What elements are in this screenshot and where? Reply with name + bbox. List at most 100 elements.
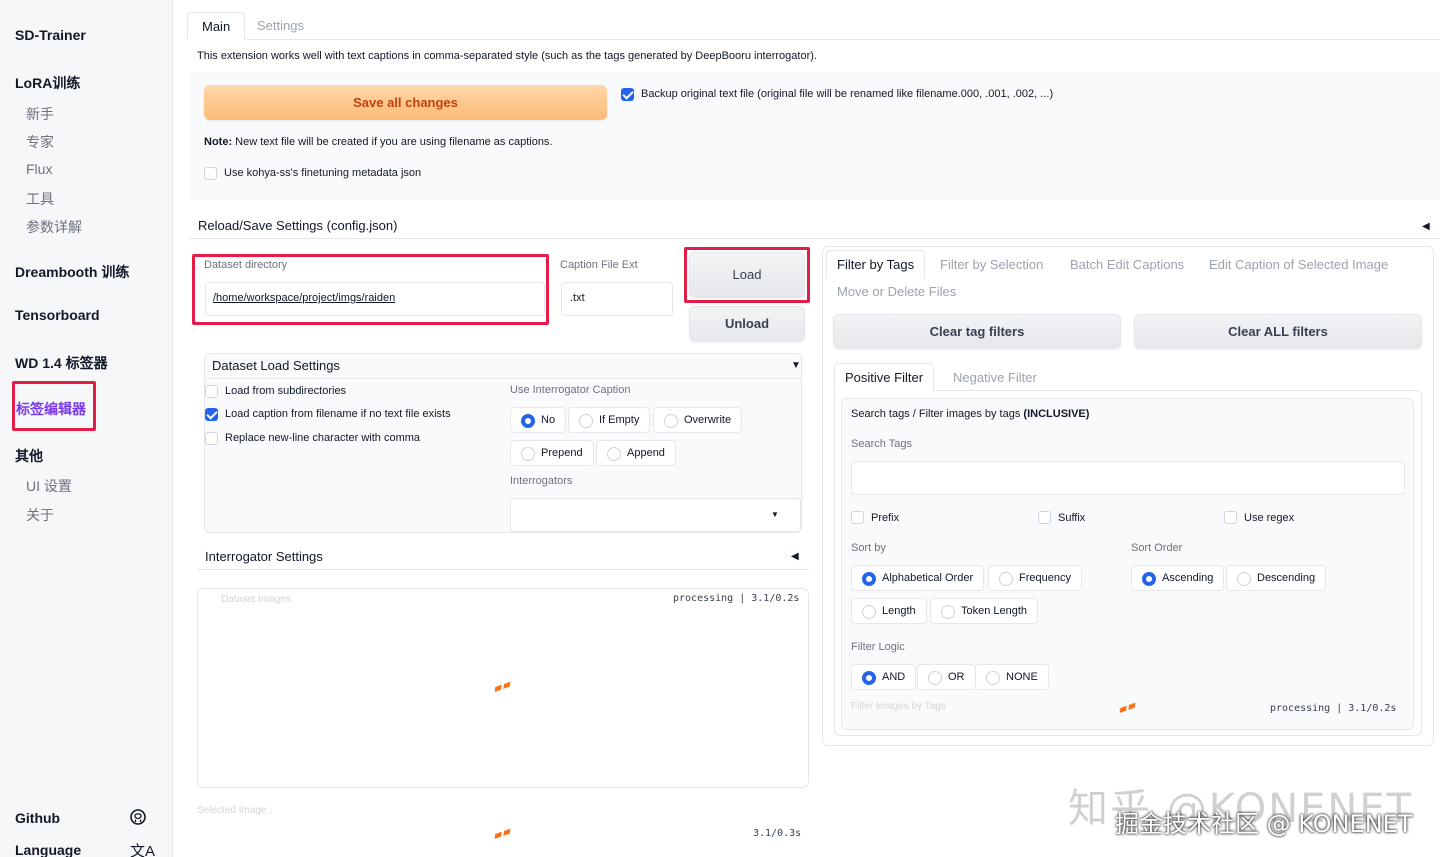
main-tabs: Main Settings bbox=[186, 12, 1440, 40]
tab-main[interactable]: Main bbox=[187, 12, 246, 40]
radio-interrogator-no[interactable]: No bbox=[510, 407, 567, 433]
dataset-load-settings-head[interactable]: Dataset Load Settings bbox=[204, 355, 802, 379]
radio-order-ascending[interactable]: Ascending bbox=[1131, 565, 1225, 591]
caret-down-icon[interactable]: ▼ bbox=[771, 510, 779, 519]
tab-move-delete-files[interactable]: Move or Delete Files bbox=[837, 284, 956, 299]
radio-interrogator-append[interactable]: Append bbox=[596, 440, 676, 466]
filter-images-by-tags-label: Filter Images by Tags bbox=[851, 701, 946, 712]
note-body: New text file will be created if you are… bbox=[232, 136, 553, 148]
radio-sort-frequency[interactable]: Frequency bbox=[988, 565, 1082, 591]
interrogator-settings-title: Interrogator Settings bbox=[205, 549, 323, 564]
radio-logic-none[interactable]: NONE bbox=[975, 664, 1049, 690]
interrogators-label: Interrogators bbox=[510, 475, 573, 487]
suffix-label: Suffix bbox=[1058, 512, 1086, 524]
radio-sort-length[interactable]: Length bbox=[851, 598, 927, 624]
interrogators-select[interactable] bbox=[510, 498, 801, 532]
dataset-directory-value: /home/workspace/project/imgs/raiden bbox=[213, 292, 396, 304]
sidebar-item-tensorboard[interactable]: Tensorboard bbox=[15, 307, 100, 323]
replace-newline-label: Replace new-line character with comma bbox=[225, 432, 421, 444]
prefix-label: Prefix bbox=[871, 512, 900, 524]
radio-interrogator-prepend[interactable]: Prepend bbox=[510, 440, 594, 466]
backup-checkbox[interactable] bbox=[621, 88, 634, 101]
caption-ext-label: Caption File Ext bbox=[560, 259, 638, 271]
use-regex-label: Use regex bbox=[1244, 512, 1295, 524]
sidebar-item-params[interactable]: 参数详解 bbox=[26, 217, 82, 237]
main-content: Main Settings This extension works well … bbox=[186, 0, 1440, 857]
backup-label: Backup original text file (original file… bbox=[641, 88, 1054, 100]
save-all-button[interactable]: Save all changes bbox=[204, 85, 607, 120]
kohya-label: Use kohya-ss's finetuning metadata json bbox=[224, 167, 422, 179]
gallery-processing-status: processing | 3.1/0.2s bbox=[673, 593, 800, 604]
prefix-checkbox[interactable] bbox=[851, 511, 864, 524]
sidebar-section-other: 其他 bbox=[15, 448, 43, 464]
dataset-load-settings-title: Dataset Load Settings bbox=[212, 358, 340, 373]
tab-edit-caption-selected[interactable]: Edit Caption of Selected Image bbox=[1209, 257, 1388, 272]
triangle-left-icon-2[interactable]: ◀ bbox=[791, 551, 799, 562]
sidebar-item-about[interactable]: 关于 bbox=[26, 505, 54, 525]
intro-text: This extension works well with text capt… bbox=[197, 50, 817, 62]
sidebar-item-tools[interactable]: 工具 bbox=[26, 189, 54, 209]
reload-save-title: Reload/Save Settings (config.json) bbox=[198, 218, 398, 233]
use-regex-checkbox[interactable] bbox=[1224, 511, 1237, 524]
sidebar-item-beginner[interactable]: 新手 bbox=[26, 104, 54, 124]
sidebar: SD-Trainer LoRA训练 新手 专家 Flux 工具 参数详解 Dre… bbox=[0, 0, 173, 857]
brand-title: SD-Trainer bbox=[15, 27, 86, 43]
filter-processing-status: processing | 3.1/0.2s bbox=[1270, 703, 1397, 714]
load-caption-filename-checkbox[interactable] bbox=[205, 408, 218, 421]
reload-save-accordion[interactable]: Reload/Save Settings (config.json) bbox=[190, 215, 1440, 239]
load-subdirs-checkbox[interactable] bbox=[205, 385, 218, 398]
radio-interrogator-if-empty[interactable]: If Empty bbox=[568, 407, 651, 433]
radio-logic-and[interactable]: AND bbox=[851, 664, 917, 690]
tab-batch-edit-captions[interactable]: Batch Edit Captions bbox=[1070, 257, 1184, 272]
sidebar-item-tag-editor-label: 标签编辑器 bbox=[16, 401, 86, 417]
github-icon[interactable] bbox=[130, 809, 146, 829]
triangle-down-icon[interactable]: ▼ bbox=[791, 360, 801, 371]
clear-tag-filters-button[interactable]: Clear tag filters bbox=[833, 314, 1121, 349]
tab-settings[interactable]: Settings bbox=[243, 12, 318, 40]
dataset-images-label: Dataset Images bbox=[221, 594, 292, 605]
tab-filter-by-selection[interactable]: Filter by Selection bbox=[940, 257, 1043, 272]
selected-image-label: Selected Image : bbox=[197, 805, 273, 816]
sidebar-item-language[interactable]: Language bbox=[15, 842, 81, 857]
search-desc-bold: (INCLUSIVE) bbox=[1023, 408, 1090, 420]
radio-sort-alphabetical[interactable]: Alphabetical Order bbox=[851, 565, 985, 591]
replace-newline-checkbox[interactable] bbox=[205, 432, 218, 445]
search-tags-label: Search Tags bbox=[851, 438, 912, 450]
sidebar-item-tag-editor[interactable]: 标签编辑器 bbox=[12, 381, 96, 431]
sidebar-item-ui-settings[interactable]: UI 设置 bbox=[26, 476, 72, 496]
sidebar-item-expert[interactable]: 专家 bbox=[26, 132, 54, 152]
sidebar-item-wd14[interactable]: WD 1.4 标签器 bbox=[15, 353, 108, 373]
tab-negative-filter[interactable]: Negative Filter bbox=[953, 370, 1037, 385]
suffix-checkbox[interactable] bbox=[1038, 511, 1051, 524]
sidebar-item-dreambooth[interactable]: Dreambooth 训练 bbox=[15, 262, 129, 282]
triangle-left-icon[interactable]: ◀ bbox=[1422, 221, 1430, 232]
use-interrogator-caption-label: Use Interrogator Caption bbox=[510, 384, 631, 396]
radio-sort-token-length[interactable]: Token Length bbox=[930, 598, 1039, 624]
unload-button[interactable]: Unload bbox=[689, 306, 805, 342]
note-text: Note: New text file will be created if y… bbox=[204, 136, 553, 148]
radio-logic-or[interactable]: OR bbox=[917, 664, 976, 690]
search-description: Search tags / Filter images by tags (INC… bbox=[851, 408, 1089, 420]
interrogator-settings-head[interactable]: Interrogator Settings bbox=[197, 546, 809, 570]
search-tags-input[interactable] bbox=[851, 461, 1405, 495]
radio-order-descending[interactable]: Descending bbox=[1226, 565, 1327, 591]
load-button[interactable]: Load bbox=[689, 252, 805, 298]
tab-positive-filter[interactable]: Positive Filter bbox=[834, 363, 935, 392]
tab-filter-by-tags[interactable]: Filter by Tags bbox=[826, 250, 926, 279]
clear-all-filters-button[interactable]: Clear ALL filters bbox=[1134, 314, 1422, 349]
caption-ext-value: .txt bbox=[570, 292, 585, 304]
sort-order-label: Sort Order bbox=[1131, 542, 1183, 554]
sidebar-section-lora[interactable]: LoRA训练 bbox=[15, 73, 80, 93]
dataset-directory-label: Dataset directory bbox=[204, 259, 288, 271]
radio-interrogator-overwrite[interactable]: Overwrite bbox=[653, 407, 743, 433]
selected-image-timing: 3.1/0.3s bbox=[753, 828, 802, 839]
watermark-juejin: 掘金技术社区 @ KONENET bbox=[1115, 810, 1413, 838]
load-subdirs-label: Load from subdirectories bbox=[225, 385, 347, 397]
filter-logic-label: Filter Logic bbox=[851, 641, 905, 653]
translate-icon[interactable]: 文A bbox=[130, 840, 155, 857]
sidebar-item-github[interactable]: Github bbox=[15, 810, 60, 826]
kohya-checkbox[interactable] bbox=[204, 167, 217, 180]
loading-spinner-icon-2: ▰▰ bbox=[491, 823, 514, 843]
sort-by-label: Sort by bbox=[851, 542, 886, 554]
sidebar-item-flux[interactable]: Flux bbox=[26, 161, 52, 177]
